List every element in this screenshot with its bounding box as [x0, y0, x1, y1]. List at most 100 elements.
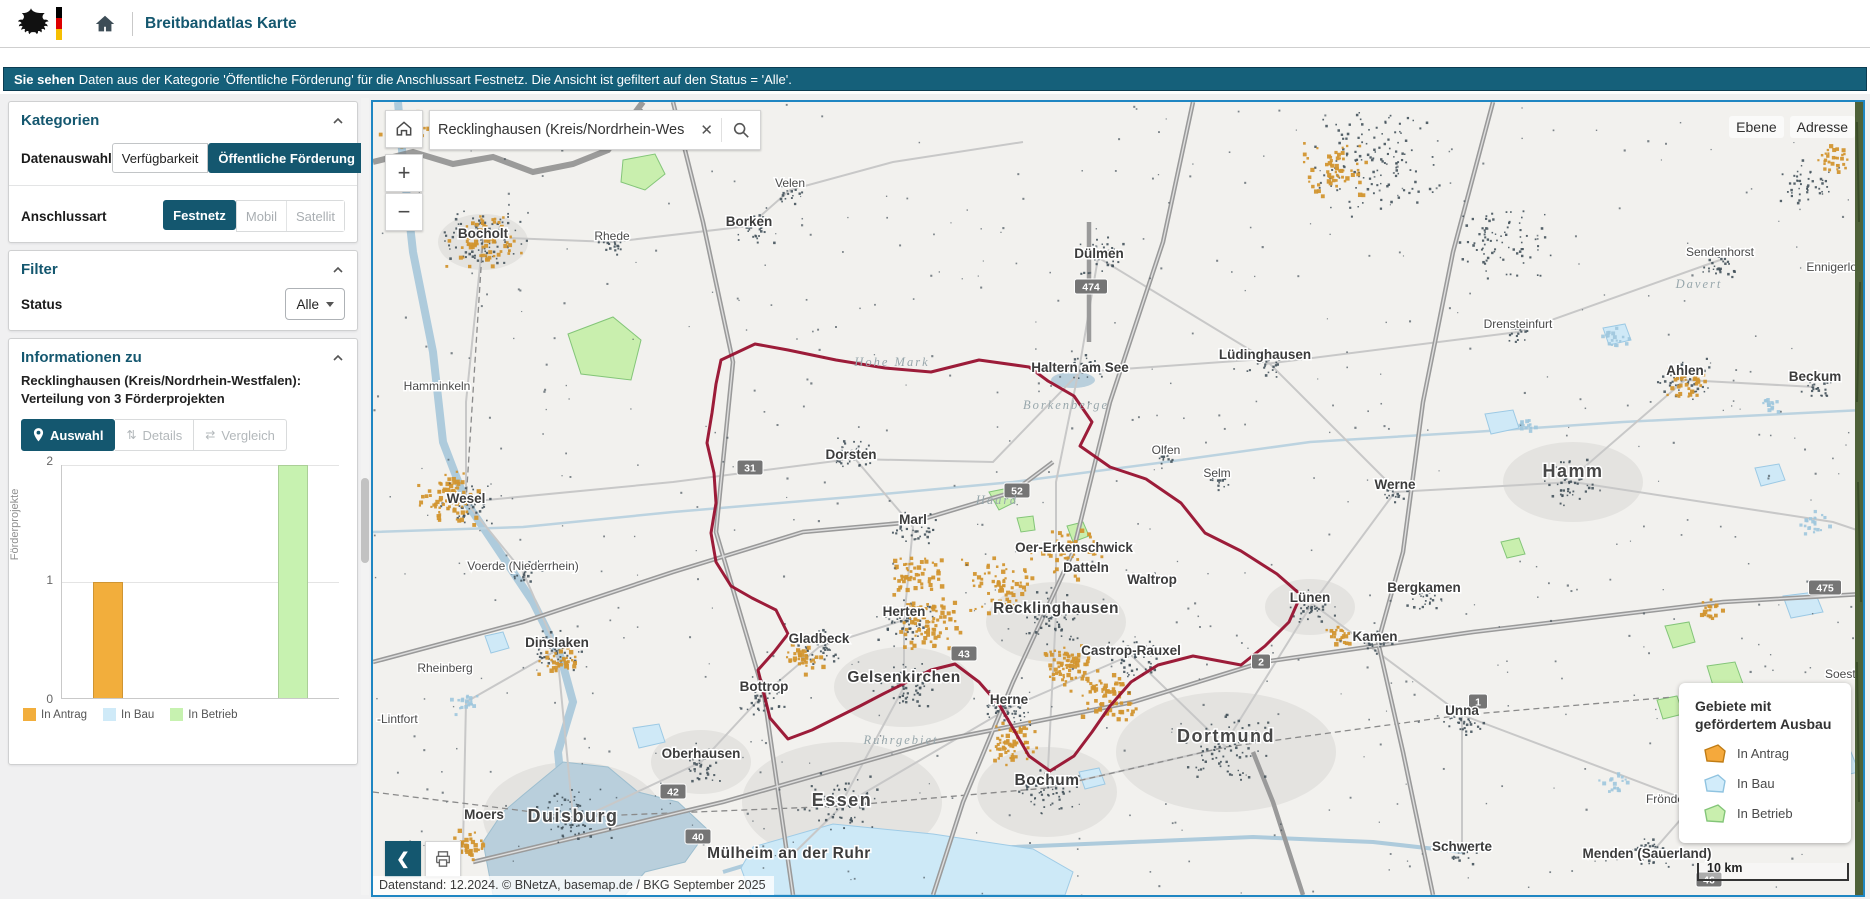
chart-legend-item: In Bau	[103, 708, 154, 721]
home-icon	[94, 13, 116, 35]
chart-y-axis-label: Förderprojekte	[9, 489, 21, 561]
satellit-button[interactable]: Satellit	[286, 201, 344, 231]
motorway-shield: 40	[685, 829, 711, 844]
datenauswahl-segment: Verfügbarkeit Öffentliche Förderung	[112, 143, 365, 173]
city-label: Borken	[726, 214, 773, 229]
search-icon[interactable]	[722, 121, 760, 139]
map-pin-icon	[33, 428, 44, 442]
city-label: Duisburg	[528, 806, 619, 826]
city-label: Dülmen	[1074, 246, 1124, 261]
city-label: Gelsenkirchen	[847, 669, 960, 686]
chart-plot-area	[61, 465, 339, 699]
svg-text:31: 31	[744, 463, 756, 475]
ebene-button[interactable]: Ebene	[1729, 116, 1783, 138]
map-legend: Gebiete mit gefördertem Ausbau In Antrag…	[1679, 683, 1851, 843]
adresse-button[interactable]: Adresse	[1790, 116, 1855, 138]
city-label: Mülheim an der Ruhr	[707, 845, 871, 862]
kategorien-card: Kategorien Datenauswahl Verfügbarkeit Öf…	[8, 101, 358, 243]
motorway-shield: 475	[1809, 580, 1842, 595]
city-label: Lüdinghausen	[1219, 347, 1311, 362]
zoom-out-button[interactable]: −	[385, 193, 423, 231]
print-button[interactable]	[425, 841, 461, 877]
terrain-label: Hohe Mark	[853, 355, 929, 369]
city-label: Velen	[775, 176, 805, 190]
compare-arrows-icon: ⇄	[205, 429, 215, 441]
status-label: Status	[21, 297, 62, 312]
german-flag-stripe	[56, 7, 62, 41]
anschlussart-segment: Festnetz Mobil Satellit	[163, 200, 345, 232]
city-label: Oberhausen	[662, 746, 741, 761]
city-label: Bocholt	[458, 226, 509, 241]
motorway-shield: 43	[951, 646, 977, 661]
city-label: Dinslaken	[525, 635, 589, 650]
map-legend-item: In Bau	[1703, 773, 1837, 794]
map-home-button[interactable]	[385, 110, 423, 148]
city-label: Beckum	[1789, 369, 1842, 384]
chevron-up-icon[interactable]	[331, 351, 345, 365]
map-legend-item: In Antrag	[1703, 743, 1837, 764]
city-label: Datteln	[1063, 560, 1109, 575]
federal-logo	[12, 6, 62, 42]
scale-label: 10 km	[1707, 861, 1742, 875]
status-dropdown[interactable]: Alle	[285, 288, 345, 320]
datenauswahl-label: Datenauswahl	[21, 151, 112, 166]
festnetz-button[interactable]: Festnetz	[163, 200, 236, 230]
city-label: Herne	[990, 692, 1029, 707]
city-label: Hamm	[1542, 461, 1603, 481]
city-label: Dorsten	[825, 447, 876, 462]
clear-search-icon[interactable]: ✕	[692, 121, 721, 139]
home-button[interactable]	[90, 9, 120, 39]
mobil-button[interactable]: Mobil	[237, 201, 286, 231]
city-label: Oer-Erkenschwick	[1015, 540, 1133, 555]
informationen-title: Informationen zu	[21, 349, 142, 366]
verfuegbarkeit-button[interactable]: Verfügbarkeit	[112, 143, 209, 173]
svg-text:40: 40	[692, 832, 704, 844]
y-tick: 0	[46, 692, 53, 706]
tab-auswahl[interactable]: Auswahl	[21, 419, 115, 451]
city-label: Waltrop	[1127, 572, 1177, 587]
city-label: Gladbeck	[789, 631, 850, 646]
bar-in-betrieb[interactable]	[278, 465, 308, 698]
y-tick: 2	[46, 454, 53, 468]
city-label: Haltern am See	[1031, 360, 1129, 375]
info-tabs: Auswahl ⇅ Details ⇄ Vergleich	[21, 419, 345, 451]
city-label: Rheinberg	[417, 661, 472, 675]
top-bar: Breitbandatlas Karte	[0, 0, 1870, 48]
page-title: Breitbandatlas Karte	[145, 15, 297, 33]
chevron-up-icon[interactable]	[331, 263, 345, 277]
bar-in-antrag[interactable]	[93, 582, 123, 699]
map[interactable]: 31524744321475464042 VelenRhedeHamminkel…	[371, 100, 1865, 897]
zoom-in-button[interactable]: +	[385, 154, 423, 192]
tab-vergleich[interactable]: ⇄ Vergleich	[194, 419, 287, 451]
informationen-subtitle: Recklinghausen (Kreis/Nordrhein-Westfale…	[21, 372, 321, 407]
chevron-up-icon[interactable]	[331, 114, 345, 128]
city-label: Marl	[899, 512, 927, 527]
city-label: Drensteinfurt	[1484, 317, 1553, 331]
city-label: Sendenhorst	[1686, 245, 1755, 259]
city-label: Menden (Sauerland)	[1582, 846, 1711, 861]
search-input[interactable]	[430, 122, 692, 138]
anschlussart-label: Anschlussart	[21, 209, 107, 224]
header-divider	[132, 12, 133, 36]
basemap[interactable]: 31524744321475464042 VelenRhedeHamminkel…	[373, 102, 1863, 895]
oeffentliche-foerderung-button[interactable]: Öffentliche Förderung	[208, 143, 365, 173]
city-label: Bochum	[1015, 772, 1080, 789]
sidebar-scrollbar-thumb[interactable]	[361, 478, 369, 563]
terrain-label: Ruhrgebiet	[862, 733, 938, 747]
tab-details[interactable]: ⇅ Details	[115, 419, 194, 451]
city-label: Voerde (Niederrhein)	[467, 559, 578, 573]
info-banner-bold: Sie sehen	[14, 72, 75, 87]
filter-card: Filter Status Alle	[8, 250, 358, 331]
chart-y-ticks: 012	[35, 461, 57, 699]
city-label: Wesel	[447, 491, 486, 506]
svg-text:475: 475	[1816, 583, 1834, 595]
sidebar-scrollbar-track[interactable]	[361, 98, 369, 895]
city-label: Bergkamen	[1387, 580, 1461, 595]
city-label: Bottrop	[740, 679, 789, 694]
motorway-shield: 474	[1075, 279, 1108, 294]
info-banner: Sie sehen Daten aus der Kategorie 'Öffen…	[3, 67, 1867, 91]
collapse-sidebar-button[interactable]: ❮	[385, 841, 421, 877]
city-label: Essen	[812, 790, 873, 810]
scale-bar: 10 km	[1697, 863, 1849, 881]
map-attribution: Datenstand: 12.2024. © BNetzA, basemap.d…	[373, 876, 774, 895]
